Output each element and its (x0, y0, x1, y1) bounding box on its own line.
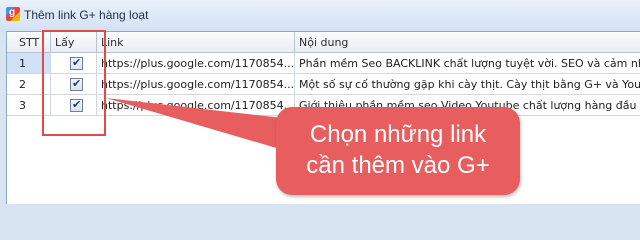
annotation-line-2: cần thêm vào G+ (306, 152, 490, 179)
annotation-line-1: Chọn những link (309, 121, 487, 148)
annotation-text: Chọn những link cần thêm vào G+ (276, 119, 520, 181)
annotation-callout: Chọn những link cần thêm vào G+ (276, 107, 520, 195)
